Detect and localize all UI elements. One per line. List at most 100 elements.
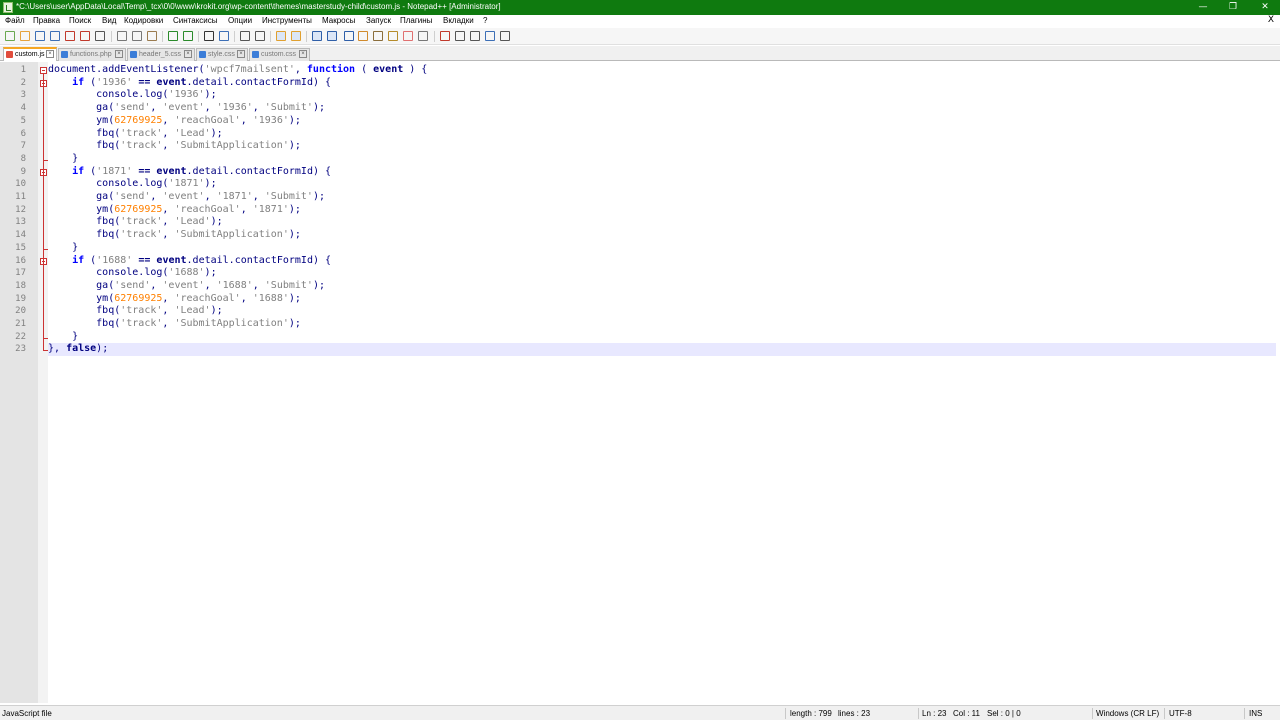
record-macro-icon[interactable] [440, 31, 450, 41]
code-line[interactable]: } [48, 153, 1276, 166]
menu-window[interactable]: Вкладки [443, 16, 474, 25]
paste-icon[interactable] [147, 31, 157, 41]
user-defined-lang-icon[interactable] [358, 31, 368, 41]
code-line[interactable]: document.addEventListener('wpcf7mailsent… [48, 64, 1276, 77]
code-line[interactable]: fbq('track', 'SubmitApplication'); [48, 318, 1276, 331]
cut-icon[interactable] [117, 31, 127, 41]
tab-close-icon[interactable]: × [46, 50, 54, 58]
menu-plugins[interactable]: Плагины [400, 16, 432, 25]
menu-edit[interactable]: Правка [33, 16, 60, 25]
new-file-icon[interactable] [5, 31, 15, 41]
show-all-chars-icon[interactable] [327, 31, 337, 41]
undo-icon[interactable] [168, 31, 178, 41]
indent-guide-icon[interactable] [344, 31, 354, 41]
minimize-button[interactable]: — [1188, 0, 1218, 15]
code-area[interactable]: document.addEventListener('wpcf7mailsent… [48, 62, 1280, 703]
tab-close-icon[interactable]: × [184, 50, 192, 58]
tab-style-css[interactable]: style.css × [196, 48, 248, 61]
run-macro-multiple-icon[interactable] [485, 31, 495, 41]
tab-custom-css[interactable]: custom.css × [249, 48, 310, 61]
fold-toggle-icon[interactable] [40, 67, 47, 74]
code-line[interactable]: fbq('track', 'SubmitApplication'); [48, 140, 1276, 153]
zoom-in-icon[interactable] [240, 31, 250, 41]
doc-map-icon[interactable] [373, 31, 383, 41]
redo-icon[interactable] [183, 31, 193, 41]
code-line[interactable]: } [48, 331, 1276, 344]
code-line[interactable]: fbq('track', 'Lead'); [48, 216, 1276, 229]
sync-horizontal-icon[interactable] [291, 31, 301, 41]
menu-run[interactable]: Запуск [366, 16, 391, 25]
code-line[interactable]: ga('send', 'event', '1871', 'Submit'); [48, 191, 1276, 204]
menu-help[interactable]: ? [483, 16, 487, 25]
menu-tools[interactable]: Инструменты [262, 16, 312, 25]
code-line[interactable]: if ('1936' == event.detail.contactFormId… [48, 77, 1276, 90]
menu-file[interactable]: Файл [5, 16, 25, 25]
menu-language[interactable]: Синтаксисы [173, 16, 218, 25]
zoom-out-icon[interactable] [255, 31, 265, 41]
find-icon[interactable] [204, 31, 214, 41]
menu-view[interactable]: Вид [102, 16, 116, 25]
code-token: ); [288, 292, 301, 304]
copy-icon[interactable] [132, 31, 142, 41]
tab-close-icon[interactable]: × [299, 50, 307, 58]
print-icon[interactable] [95, 31, 105, 41]
tab-close-icon[interactable]: × [115, 50, 123, 58]
close-all-icon[interactable] [80, 31, 90, 41]
code-line[interactable]: console.log('1871'); [48, 178, 1276, 191]
menu-search[interactable]: Поиск [69, 16, 91, 25]
close-button[interactable]: ✕ [1250, 0, 1280, 15]
maximize-button[interactable]: ❐ [1218, 0, 1248, 15]
code-line[interactable]: console.log('1688'); [48, 267, 1276, 280]
code-token: } [48, 330, 79, 342]
line-number: 10 [15, 179, 26, 190]
code-token: '1871' [216, 191, 253, 202]
tab-custom-js[interactable]: custom.js × [3, 47, 57, 61]
code-line[interactable]: ym(62769925, 'reachGoal', '1688'); [48, 293, 1276, 306]
code-line[interactable]: fbq('track', 'Lead'); [48, 305, 1276, 318]
code-token: 'track' [120, 127, 163, 139]
menu-macro[interactable]: Макросы [322, 16, 355, 25]
close-document-button[interactable]: X [1268, 15, 1274, 25]
code-token: '1936' [252, 114, 289, 126]
code-line[interactable]: ga('send', 'event', '1936', 'Submit'); [48, 102, 1276, 115]
tab-close-icon[interactable]: × [237, 50, 245, 58]
word-wrap-icon[interactable] [312, 31, 322, 41]
folder-workspace-icon[interactable] [403, 31, 413, 41]
status-ln: Ln : 23 [922, 709, 947, 718]
line-number: 9 [20, 166, 26, 177]
replace-icon[interactable] [219, 31, 229, 41]
open-file-icon[interactable] [20, 31, 30, 41]
code-token: '1688' [216, 279, 253, 291]
save-icon[interactable] [35, 31, 45, 41]
code-line[interactable]: ym(62769925, 'reachGoal', '1871'); [48, 204, 1276, 217]
code-token: 'track' [120, 140, 163, 152]
code-editor[interactable]: 1 2 3 4 5 6 7 8 9 10 11 12 13 14 15 16 17 18 19 20 21 22 23 do… [0, 62, 1280, 703]
close-icon[interactable] [65, 31, 75, 41]
code-line[interactable]: if ('1871' == event.detail.contactFormId… [48, 166, 1276, 179]
sync-vertical-icon[interactable] [276, 31, 286, 41]
function-list-icon[interactable] [388, 31, 398, 41]
monitoring-icon[interactable] [418, 31, 428, 41]
stop-macro-icon[interactable] [455, 31, 465, 41]
code-line[interactable]: console.log('1936'); [48, 89, 1276, 102]
code-line[interactable]: if ('1688' == event.detail.contactFormId… [48, 255, 1276, 268]
menu-encoding[interactable]: Кодировки [124, 16, 163, 25]
code-token: fbq( [48, 229, 121, 241]
save-macro-icon[interactable] [500, 31, 510, 41]
code-token: .detail.contactFormId) { [186, 165, 332, 177]
play-macro-icon[interactable] [470, 31, 480, 41]
code-line[interactable]: } [48, 242, 1276, 255]
code-token: 'reachGoal' [174, 292, 241, 304]
save-all-icon[interactable] [50, 31, 60, 41]
code-line[interactable]: ga('send', 'event', '1688', 'Submit'); [48, 280, 1276, 293]
line-number: 17 [15, 268, 26, 279]
menu-settings[interactable]: Опции [228, 16, 252, 25]
code-line[interactable]: fbq('track', 'SubmitApplication'); [48, 229, 1276, 242]
code-line[interactable]: fbq('track', 'Lead'); [48, 128, 1276, 141]
code-line[interactable]: ym(62769925, 'reachGoal', '1936'); [48, 115, 1276, 128]
code-line[interactable]: }, false); [48, 343, 1276, 357]
status-divider [1164, 708, 1165, 719]
tab-header-5-css[interactable]: header_5.css × [127, 48, 195, 61]
tab-functions-php[interactable]: functions.php × [58, 48, 126, 61]
